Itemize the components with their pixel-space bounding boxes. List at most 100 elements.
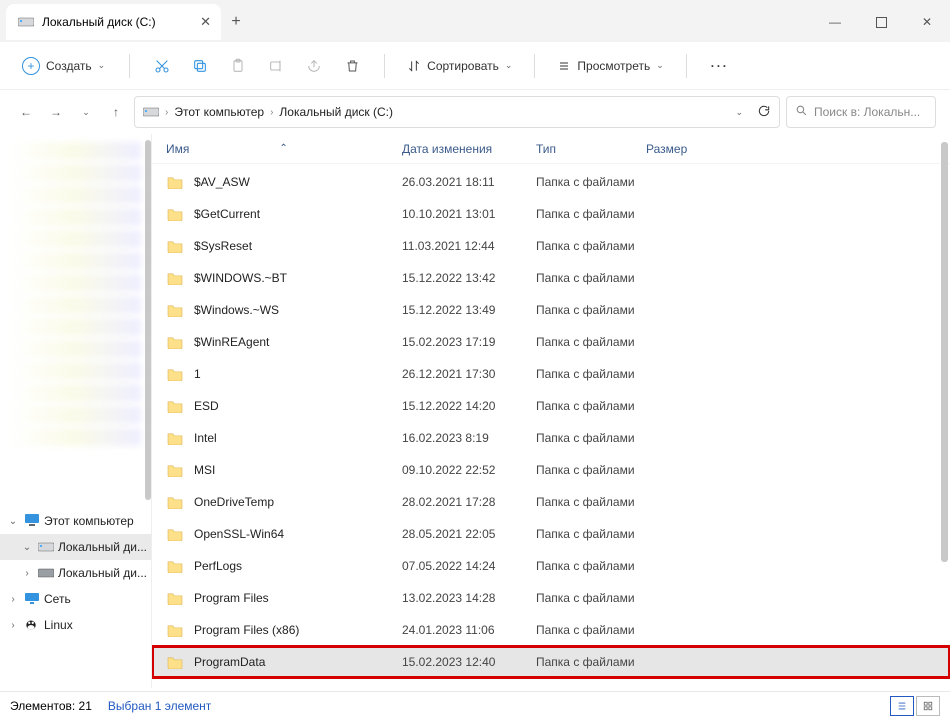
tree-chevron-icon[interactable]: ⌄ [6,516,20,527]
tree-item[interactable]: › Сеть [0,586,151,612]
table-row[interactable]: $WINDOWS.~BT15.12.2022 13:42Папка с файл… [152,262,950,294]
table-row[interactable]: ESD 15.12.2022 14:20Папка с файлами [152,390,950,422]
tree-chevron-icon[interactable]: › [20,568,34,579]
breadcrumb-item[interactable]: Локальный диск (C:) [279,105,393,119]
table-row[interactable]: $WinREAgent15.02.2023 17:19Папка с файла… [152,326,950,358]
nav-row: ← → ⌄ ↑ › Этот компьютер › Локальный дис… [0,90,950,134]
breadcrumb-item[interactable]: Этот компьютер [174,105,264,119]
file-date: 15.12.2022 14:20 [402,399,536,413]
file-name: $GetCurrent [194,207,260,221]
address-bar[interactable]: › Этот компьютер › Локальный диск (C:) ⌄ [134,96,780,128]
table-row[interactable]: Intel16.02.2023 8:19Папка с файлами [152,422,950,454]
file-name: Intel [194,431,217,445]
file-date: 09.10.2022 22:52 [402,463,536,477]
tree-chevron-icon[interactable]: › [6,594,20,605]
minimize-button[interactable]: — [812,4,858,40]
rename-icon[interactable] [260,50,292,82]
back-button[interactable]: ← [14,98,38,126]
table-row[interactable]: $AV_ASW26.03.2021 18:11Папка с файлами [152,166,950,198]
tree-item[interactable]: › Linux [0,612,151,638]
more-button[interactable]: ··· [703,59,737,73]
folder-icon [166,431,184,445]
table-row[interactable]: PerfLogs07.05.2022 14:24Папка с файлами [152,550,950,582]
view-button[interactable]: Просмотреть ⌄ [551,59,669,73]
tree-item-label: Сеть [44,592,71,606]
tab-title: Локальный диск (C:) [42,15,156,29]
tree-item-label: Linux [44,618,73,632]
col-date[interactable]: Дата изменения [402,142,492,156]
table-row[interactable]: Program Files (x86) 24.01.2023 11:06Папка… [152,614,950,646]
maximize-button[interactable] [858,4,904,40]
cut-icon[interactable] [146,50,178,82]
tree-node-icon [38,566,54,581]
chevron-down-icon: ⌄ [98,60,106,71]
recent-button[interactable]: ⌄ [74,98,98,126]
folder-icon [166,623,184,637]
file-date: 26.12.2021 17:30 [402,367,536,381]
chevron-down-icon[interactable]: ⌄ [735,107,743,118]
copy-icon[interactable] [184,50,216,82]
table-row[interactable]: wgcf13.02.2023 14:26Папка с файлами [152,678,950,688]
tree-chevron-icon[interactable]: › [6,620,20,631]
tree-item[interactable]: ›Локальный ди... [0,560,151,586]
delete-icon[interactable] [336,50,368,82]
main-area: ⌄Этот компьютер⌄Локальный ди...›Локальны… [0,134,950,688]
col-name[interactable]: Имя [166,142,189,156]
file-name: MSI [194,463,215,477]
separator [129,54,130,78]
file-date: 24.01.2023 11:06 [402,623,536,637]
window-tab[interactable]: Локальный диск (C:) ✕ [6,4,221,40]
table-row[interactable]: $GetCurrent10.10.2021 13:01Папка с файла… [152,198,950,230]
chevron-right-icon[interactable]: › [165,107,168,118]
tree-item-label: Локальный ди... [58,540,147,554]
thumbnails-view-button[interactable] [916,696,940,716]
tree-item[interactable]: ⌄Этот компьютер [0,508,151,534]
table-row[interactable]: ProgramData15.02.2023 12:40Папка с файла… [152,646,950,678]
share-icon[interactable] [298,50,330,82]
search-box[interactable]: Поиск в: Локальн... [786,96,936,128]
folder-icon [166,655,184,669]
details-view-button[interactable] [890,696,914,716]
sort-button[interactable]: Сортировать ⌄ [401,59,518,73]
sort-caret-icon: ⌃ [279,143,287,154]
file-date: 10.10.2021 13:01 [402,207,536,221]
file-type: Папка с файлами [536,367,646,381]
table-row[interactable]: OneDriveTemp28.02.2021 17:28Папка с файл… [152,486,950,518]
up-button[interactable]: ↑ [104,98,128,126]
col-type[interactable]: Тип [536,142,556,156]
col-size[interactable]: Размер [646,142,687,156]
table-row[interactable]: OpenSSL-Win6428.05.2021 22:05Папка с фай… [152,518,950,550]
chevron-right-icon[interactable]: › [270,107,273,118]
folder-icon [166,591,184,605]
file-type: Папка с файлами [536,399,646,413]
paste-icon[interactable] [222,50,254,82]
file-type: Папка с файлами [536,687,646,688]
table-row[interactable]: $SysReset11.03.2021 12:44Папка с файлами [152,230,950,262]
file-date: 15.12.2022 13:42 [402,271,536,285]
file-type: Папка с файлами [536,559,646,573]
table-row[interactable]: 126.12.2021 17:30Папка с файлами [152,358,950,390]
table-row[interactable]: $Windows.~WS15.12.2022 13:49Папка с файл… [152,294,950,326]
content-scrollbar[interactable] [941,142,948,562]
file-name: ESD [194,399,219,413]
forward-button[interactable]: → [44,98,68,126]
close-tab-icon[interactable]: ✕ [200,14,211,30]
refresh-icon[interactable] [757,104,771,121]
sidebar-scrollbar[interactable] [145,140,151,500]
file-date: 15.02.2023 17:19 [402,335,536,349]
file-name: $WinREAgent [194,335,269,349]
tree-item[interactable]: ⌄ Локальный ди... [0,534,151,560]
folder-icon [166,175,184,189]
file-name: Program Files (x86) [194,623,299,637]
new-button[interactable]: + Создать ⌄ [14,53,113,79]
tree-node-icon [24,617,40,634]
rows-container: $AV_ASW26.03.2021 18:11Папка с файлами $G… [152,164,950,688]
tree-chevron-icon[interactable]: ⌄ [20,542,34,553]
new-tab-button[interactable]: + [221,4,251,40]
file-type: Папка с файлами [536,623,646,637]
table-row[interactable]: MSI09.10.2022 22:52Папка с файлами [152,454,950,486]
tree-node-icon [38,540,54,555]
table-row[interactable]: Program Files13.02.2023 14:28Папка с фай… [152,582,950,614]
navigation-pane: ⌄Этот компьютер⌄Локальный ди...›Локальны… [0,134,152,688]
close-window-button[interactable]: ✕ [904,4,950,40]
